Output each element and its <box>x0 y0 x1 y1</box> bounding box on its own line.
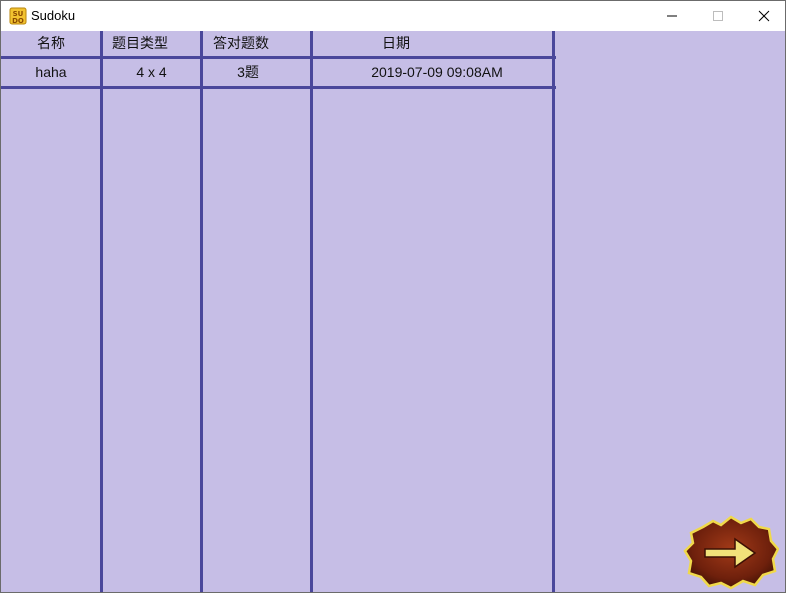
column-divider <box>310 31 313 592</box>
close-button[interactable] <box>741 1 785 31</box>
header-type: 题目类型 <box>112 35 168 51</box>
maximize-button[interactable] <box>695 1 741 31</box>
header-name: 名称 <box>37 35 65 51</box>
cell-date: 2019-07-09 09:08AM <box>371 64 503 80</box>
cell-correct-count: 3题 <box>237 64 259 80</box>
maximize-icon <box>713 11 723 21</box>
column-divider <box>552 31 555 592</box>
row-divider <box>1 56 556 59</box>
svg-text:DO: DO <box>12 17 24 25</box>
sudoku-app-icon: SU DO <box>9 7 27 25</box>
cell-type: 4 x 4 <box>136 64 167 80</box>
header-date: 日期 <box>382 35 410 51</box>
arrow-right-icon <box>683 515 780 590</box>
close-icon <box>758 10 770 22</box>
minimize-button[interactable] <box>649 1 695 31</box>
column-divider <box>200 31 203 592</box>
window-title: Sudoku <box>31 8 76 23</box>
row-divider <box>1 86 556 89</box>
header-correct-count: 答对题数 <box>213 35 269 51</box>
next-button[interactable] <box>683 513 780 591</box>
title-bar[interactable]: SU DO Sudoku <box>1 1 785 31</box>
app-window: SU DO Sudoku 名称 题目类型 答对题数 日期 haha 4 x 4 … <box>0 0 786 593</box>
column-divider <box>100 31 103 592</box>
minimize-icon <box>667 15 677 17</box>
cell-name: haha <box>35 64 67 80</box>
records-panel: 名称 题目类型 答对题数 日期 haha 4 x 4 3题 2019-07-09… <box>1 31 785 592</box>
